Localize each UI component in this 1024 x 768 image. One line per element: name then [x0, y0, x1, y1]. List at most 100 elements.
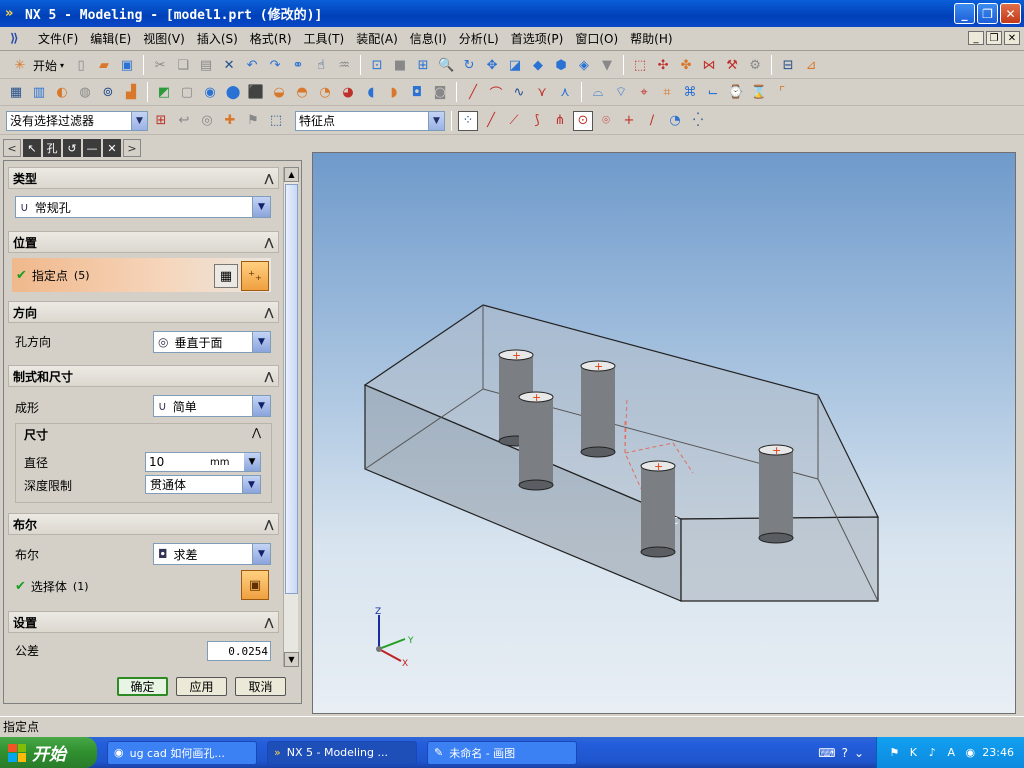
existing-point-icon[interactable]: +: [619, 111, 639, 131]
hole-cylinder[interactable]: +: [580, 360, 616, 458]
box-icon[interactable]: ▢: [177, 82, 197, 102]
intersection-icon[interactable]: ⋔: [550, 111, 570, 131]
shell-icon[interactable]: ◔: [315, 82, 335, 102]
mirror-icon[interactable]: ◗: [384, 82, 404, 102]
arc-icon[interactable]: ⌒: [486, 82, 506, 102]
tab-hole[interactable]: 孔: [43, 139, 61, 157]
hole-feature-icon[interactable]: ⊚: [98, 82, 118, 102]
point-on-curve-icon[interactable]: ∕: [642, 111, 662, 131]
analysis-icon[interactable]: ⚙: [745, 55, 765, 75]
save-icon[interactable]: ▣: [117, 55, 137, 75]
select-all-icon[interactable]: ◎: [197, 111, 217, 131]
open-folder-icon[interactable]: ▰: [94, 55, 114, 75]
unite-icon[interactable]: ◉: [200, 82, 220, 102]
hole-type-select[interactable]: ∪ 常规孔 ▼: [15, 196, 271, 218]
snap-icon[interactable]: ⋈: [699, 55, 719, 75]
menu-edit[interactable]: 编辑(E): [84, 30, 137, 47]
section-direction[interactable]: 方向 ⋀: [8, 301, 279, 323]
offset-curve-icon[interactable]: ⋏: [555, 82, 575, 102]
revolve-icon[interactable]: ◐: [52, 82, 72, 102]
network-icon[interactable]: ⚑: [887, 746, 901, 760]
collapse-icon[interactable]: ⋀: [260, 370, 278, 383]
magnify-icon[interactable]: 🔍: [436, 55, 456, 75]
endpoint-icon[interactable]: ╱: [481, 111, 501, 131]
boss-icon[interactable]: ▟: [121, 82, 141, 102]
menu-analysis[interactable]: 分析(L): [453, 30, 505, 47]
blend-icon[interactable]: ◒: [269, 82, 289, 102]
antivirus-icon[interactable]: K: [906, 746, 920, 760]
graphics-viewport[interactable]: XC + + + + +: [312, 152, 1016, 714]
taskbar-item-browser[interactable]: ◉ ug cad 如何画孔...: [107, 740, 257, 765]
select-body-row[interactable]: ✔ 选择体 (1): [15, 578, 89, 595]
collapse-icon[interactable]: ⋀: [252, 426, 261, 439]
redo-icon[interactable]: ↷: [265, 55, 285, 75]
bounded-plane-icon[interactable]: ⌖: [634, 82, 654, 102]
diameter-value[interactable]: 10: [149, 455, 164, 469]
snap-enable-icon[interactable]: ⁘: [458, 110, 478, 131]
menu-help[interactable]: 帮助(H): [624, 30, 678, 47]
block-icon[interactable]: ⬛: [246, 82, 266, 102]
restore-button[interactable]: ❐: [977, 3, 998, 24]
wave-icon[interactable]: ♒: [334, 55, 354, 75]
title-bar[interactable]: » NX 5 - Modeling - [model1.prt (修改的)] _…: [0, 0, 1024, 27]
sketch-icon[interactable]: ▦: [6, 82, 26, 102]
thicken-icon[interactable]: ◙: [430, 82, 450, 102]
edit-surface-icon[interactable]: ⌛: [749, 82, 769, 102]
pan-icon[interactable]: ✥: [482, 55, 502, 75]
line-icon[interactable]: ╱: [463, 82, 483, 102]
hole-cylinder[interactable]: +: [758, 444, 794, 544]
spline-icon[interactable]: ⋎: [532, 82, 552, 102]
copy-icon[interactable]: ❏: [173, 55, 193, 75]
curve-icon[interactable]: ∿: [509, 82, 529, 102]
apply-button[interactable]: 应用: [176, 677, 227, 696]
rectangle-select-icon[interactable]: ⬚: [266, 111, 286, 131]
form-select[interactable]: ∪ 简单 ▼: [153, 395, 271, 417]
tray-chevron-icon[interactable]: ⌄: [854, 746, 864, 760]
taskbar-item-nx[interactable]: » NX 5 - Modeling ...: [267, 740, 417, 765]
tolerance-field[interactable]: 0.0254: [207, 641, 271, 661]
offset-icon[interactable]: ◘: [407, 82, 427, 102]
snap-point-select[interactable]: 特征点 ▼: [295, 110, 445, 131]
type-filter-select[interactable]: 没有选择过滤器 ▼: [6, 110, 148, 131]
hole-direction-select[interactable]: ◎ 垂直于面 ▼: [153, 331, 271, 353]
datum-icon[interactable]: ✤: [676, 55, 696, 75]
dialog-scrollbar[interactable]: ▲ ▼: [283, 167, 299, 667]
touch-icon[interactable]: ☝: [311, 55, 331, 75]
new-file-icon[interactable]: ▯: [71, 55, 91, 75]
undo-selection-icon[interactable]: ↩: [174, 111, 194, 131]
menu-tools[interactable]: 工具(T): [298, 30, 351, 47]
scroll-down-icon[interactable]: ▼: [284, 652, 299, 667]
deselect-icon[interactable]: ⚑: [243, 111, 263, 131]
menu-insert[interactable]: 插入(S): [191, 30, 244, 47]
section-boolean[interactable]: 布尔 ⋀: [8, 513, 279, 535]
minimize-button[interactable]: _: [954, 3, 975, 24]
tab-next[interactable]: >: [123, 139, 141, 157]
speaker-icon[interactable]: ♪: [925, 746, 939, 760]
menu-format[interactable]: 格式(R): [244, 30, 298, 47]
minimize-tab-icon[interactable]: —: [83, 139, 101, 157]
hole-cylinder[interactable]: +: [518, 391, 554, 491]
menu-preferences[interactable]: 首选项(P): [505, 30, 570, 47]
boolean-select[interactable]: ◘ 求差 ▼: [153, 543, 271, 565]
ok-button[interactable]: 确定: [117, 677, 168, 696]
doc-restore-button[interactable]: ❐: [986, 31, 1002, 45]
rotate-tab-icon[interactable]: ↺: [63, 139, 81, 157]
diameter-field[interactable]: 10 mm ▼: [145, 452, 261, 472]
link-icon[interactable]: ⚭: [288, 55, 308, 75]
zoom-icon[interactable]: ⊞: [413, 55, 433, 75]
menu-view[interactable]: 视图(V): [137, 30, 191, 47]
trim-body-icon[interactable]: ◕: [338, 82, 358, 102]
pick-icon[interactable]: ✚: [220, 111, 240, 131]
doc-minimize-button[interactable]: _: [968, 31, 984, 45]
tools-icon[interactable]: ⚒: [722, 55, 742, 75]
measure-icon[interactable]: ⊟: [778, 55, 798, 75]
quadrant-icon[interactable]: ⌾: [596, 111, 616, 131]
sweep-icon[interactable]: ◍: [75, 82, 95, 102]
pattern-icon[interactable]: ◖: [361, 82, 381, 102]
select-icon[interactable]: ⬚: [630, 55, 650, 75]
collapse-icon[interactable]: ⋀: [260, 236, 278, 249]
ati-icon[interactable]: A: [944, 746, 958, 760]
arc-center-icon[interactable]: ⊙: [573, 110, 593, 131]
cut-icon[interactable]: ✂: [150, 55, 170, 75]
collapse-icon[interactable]: ⋀: [260, 172, 278, 185]
